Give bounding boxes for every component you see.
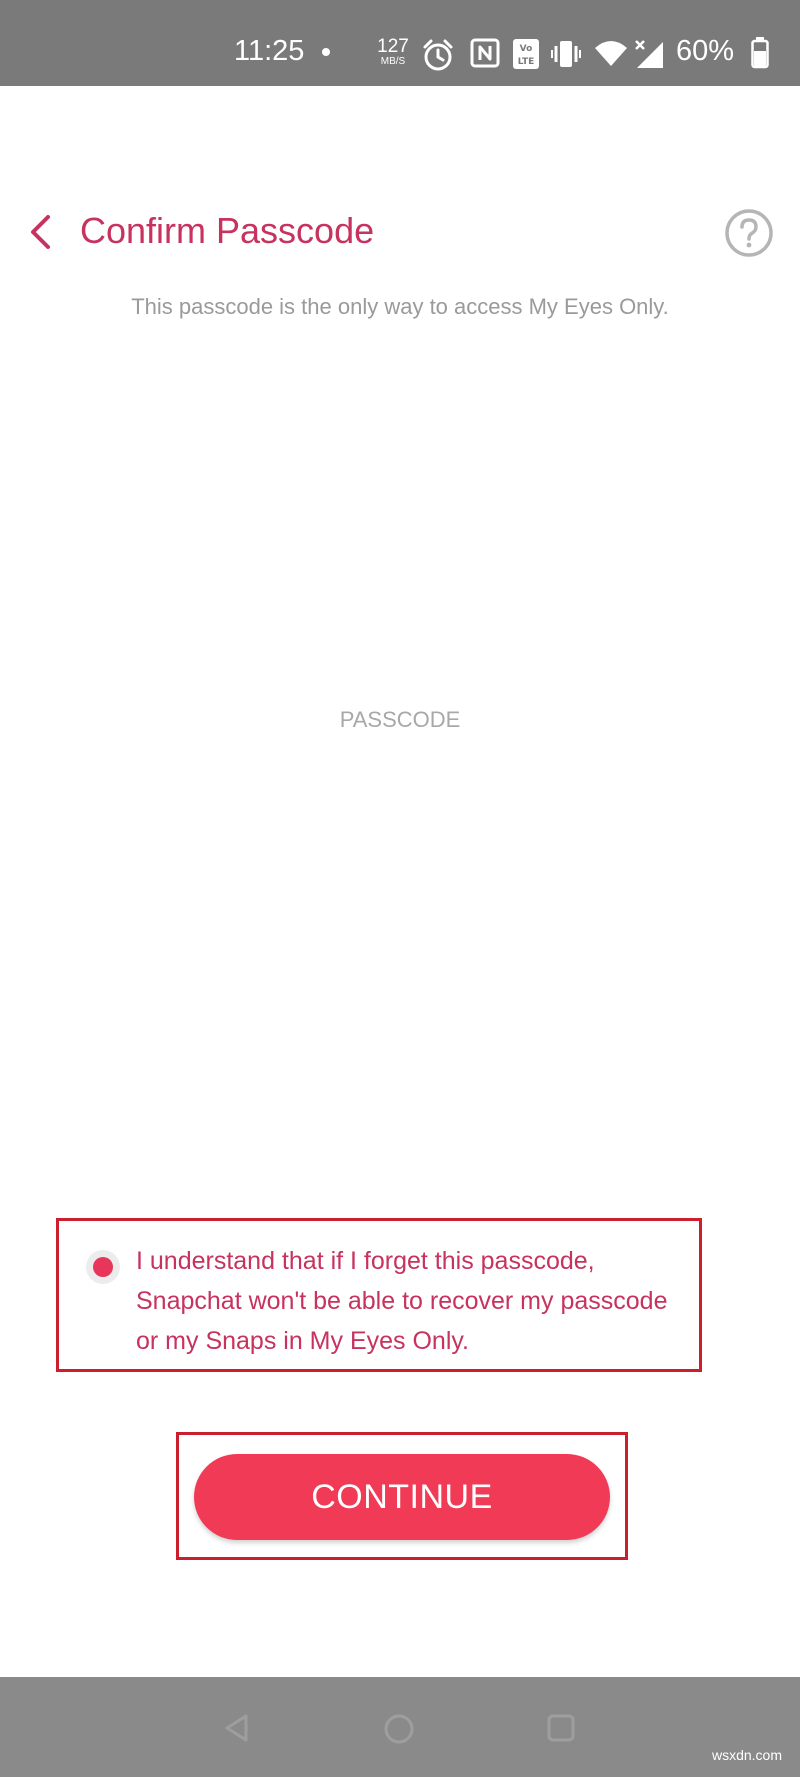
- continue-highlight-frame: CONTINUE: [176, 1432, 628, 1560]
- back-button[interactable]: [22, 208, 62, 258]
- system-nav-bar: wsxdn.com: [0, 1677, 800, 1777]
- recents-square-icon[interactable]: [546, 1713, 576, 1743]
- signal-icon: [635, 40, 663, 68]
- agreement-checkbox-row[interactable]: I understand that if I forget this passc…: [56, 1218, 702, 1372]
- nfc-icon: [470, 38, 500, 68]
- wifi-icon: [595, 41, 627, 66]
- page-title: Confirm Passcode: [80, 210, 375, 251]
- subtitle: This passcode is the only way to access …: [131, 294, 669, 319]
- network-speed-unit: MB/S: [380, 56, 406, 67]
- svg-text:Vo: Vo: [520, 44, 533, 54]
- vibrate-icon: [551, 41, 581, 67]
- radio-selected-icon: [93, 1257, 113, 1277]
- chevron-left-icon: [31, 215, 50, 249]
- continue-button[interactable]: CONTINUE: [194, 1454, 610, 1540]
- alarm-icon: [423, 39, 453, 71]
- question-circle-icon: [725, 209, 773, 257]
- network-speed: 127 MB/S: [373, 37, 413, 67]
- svg-text:LTE: LTE: [518, 57, 535, 67]
- agreement-text: I understand that if I forget this passc…: [136, 1247, 668, 1355]
- volte-icon: Vo LTE: [513, 39, 539, 69]
- notification-dot-icon: [322, 48, 330, 56]
- network-speed-value: 127: [377, 36, 409, 57]
- help-button[interactable]: [724, 208, 774, 258]
- watermark: wsxdn.com: [711, 1747, 782, 1763]
- agreement-radio[interactable]: [86, 1250, 120, 1284]
- status-bar: 11:25 127 MB/S Vo LTE 60%: [0, 0, 800, 86]
- passcode-placeholder: PASSCODE: [339, 707, 461, 732]
- battery-percentage: 60%: [676, 35, 735, 67]
- status-time: 11:25: [234, 35, 305, 67]
- battery-icon: [751, 37, 769, 69]
- passcode-input[interactable]: PASSCODE: [250, 690, 550, 750]
- back-triangle-icon[interactable]: [222, 1713, 252, 1743]
- home-circle-icon[interactable]: [383, 1713, 415, 1745]
